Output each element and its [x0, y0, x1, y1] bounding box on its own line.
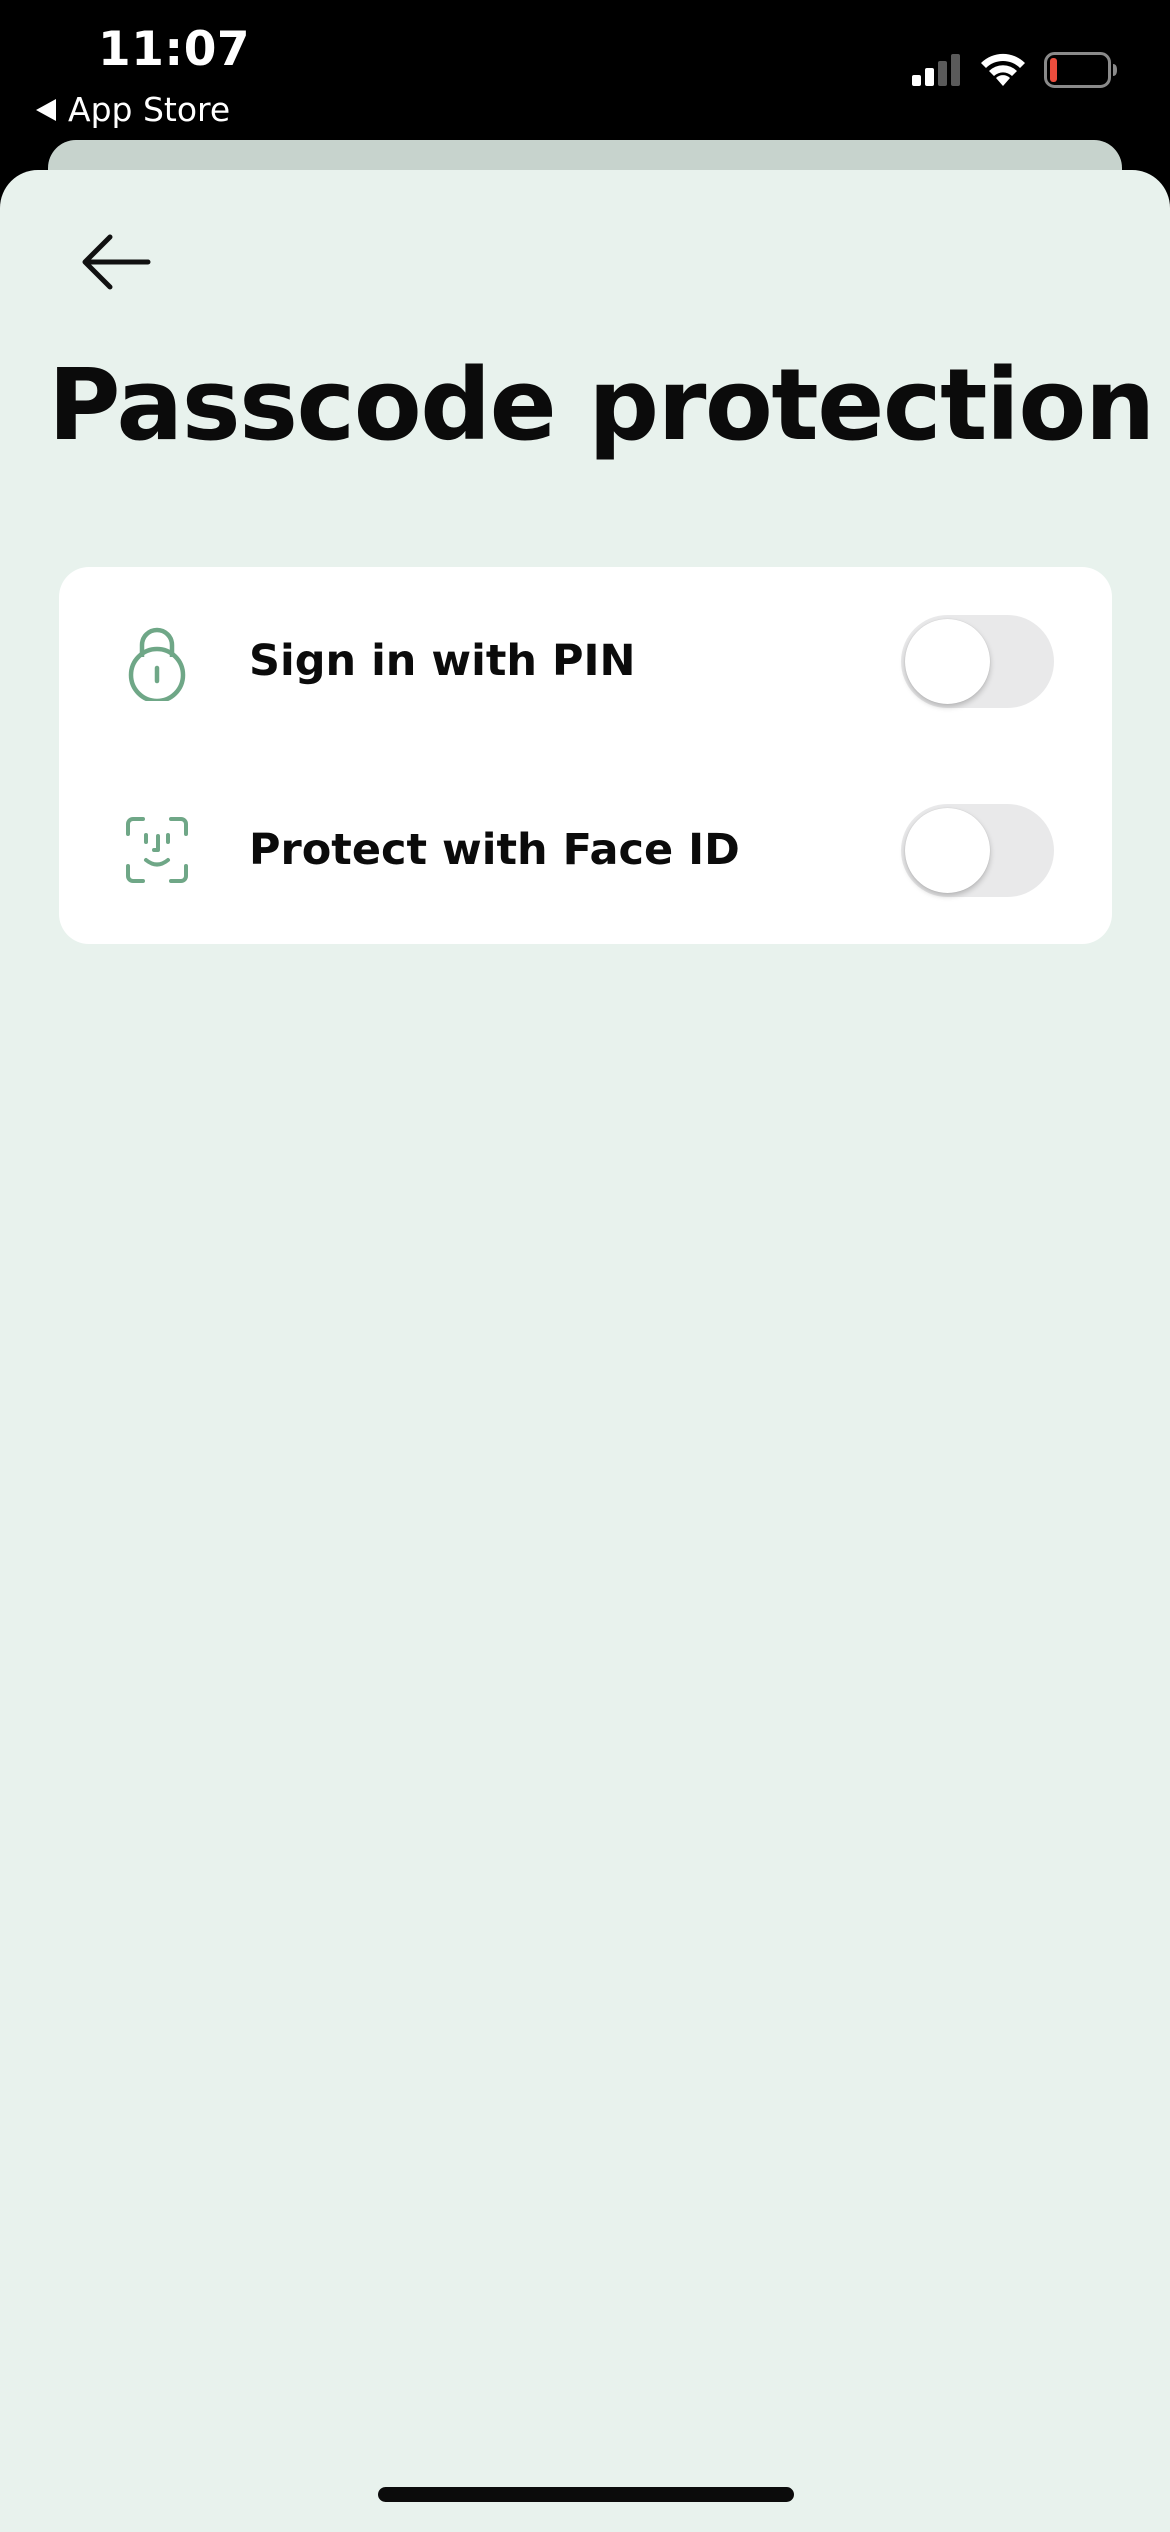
battery-low-icon — [1044, 52, 1117, 88]
status-indicators — [910, 52, 1118, 88]
toggle-knob — [905, 807, 990, 893]
setting-row-pin: Sign in with PIN — [59, 567, 1112, 755]
setting-row-face-id: Protect with Face ID — [59, 756, 1112, 944]
settings-card: Sign in with PIN Protect with Face ID — [59, 567, 1112, 944]
setting-label-pin: Sign in with PIN — [249, 636, 636, 686]
wifi-icon — [981, 53, 1025, 86]
page-title: Passcode protection — [48, 348, 1155, 463]
cellular-signal-icon — [912, 54, 960, 86]
back-to-app-link[interactable]: App Store — [36, 90, 230, 129]
face-id-toggle[interactable] — [901, 803, 1054, 897]
status-time: 11:07 — [98, 22, 251, 77]
back-app-label: App Store — [68, 90, 231, 129]
face-id-icon — [125, 810, 189, 890]
back-button[interactable] — [66, 212, 166, 312]
app-screen: 11:07 App Store Passcode protection Sign… — [0, 0, 1170, 2532]
lock-icon — [125, 621, 189, 701]
pin-toggle[interactable] — [901, 614, 1054, 708]
back-triangle-icon — [36, 98, 56, 121]
home-indicator[interactable] — [378, 2487, 794, 2502]
toggle-knob — [905, 618, 990, 704]
setting-label-face-id: Protect with Face ID — [249, 825, 740, 875]
passcode-settings-sheet: Passcode protection Sign in with PIN Pro… — [0, 170, 1170, 2532]
arrow-left-icon — [82, 234, 151, 290]
